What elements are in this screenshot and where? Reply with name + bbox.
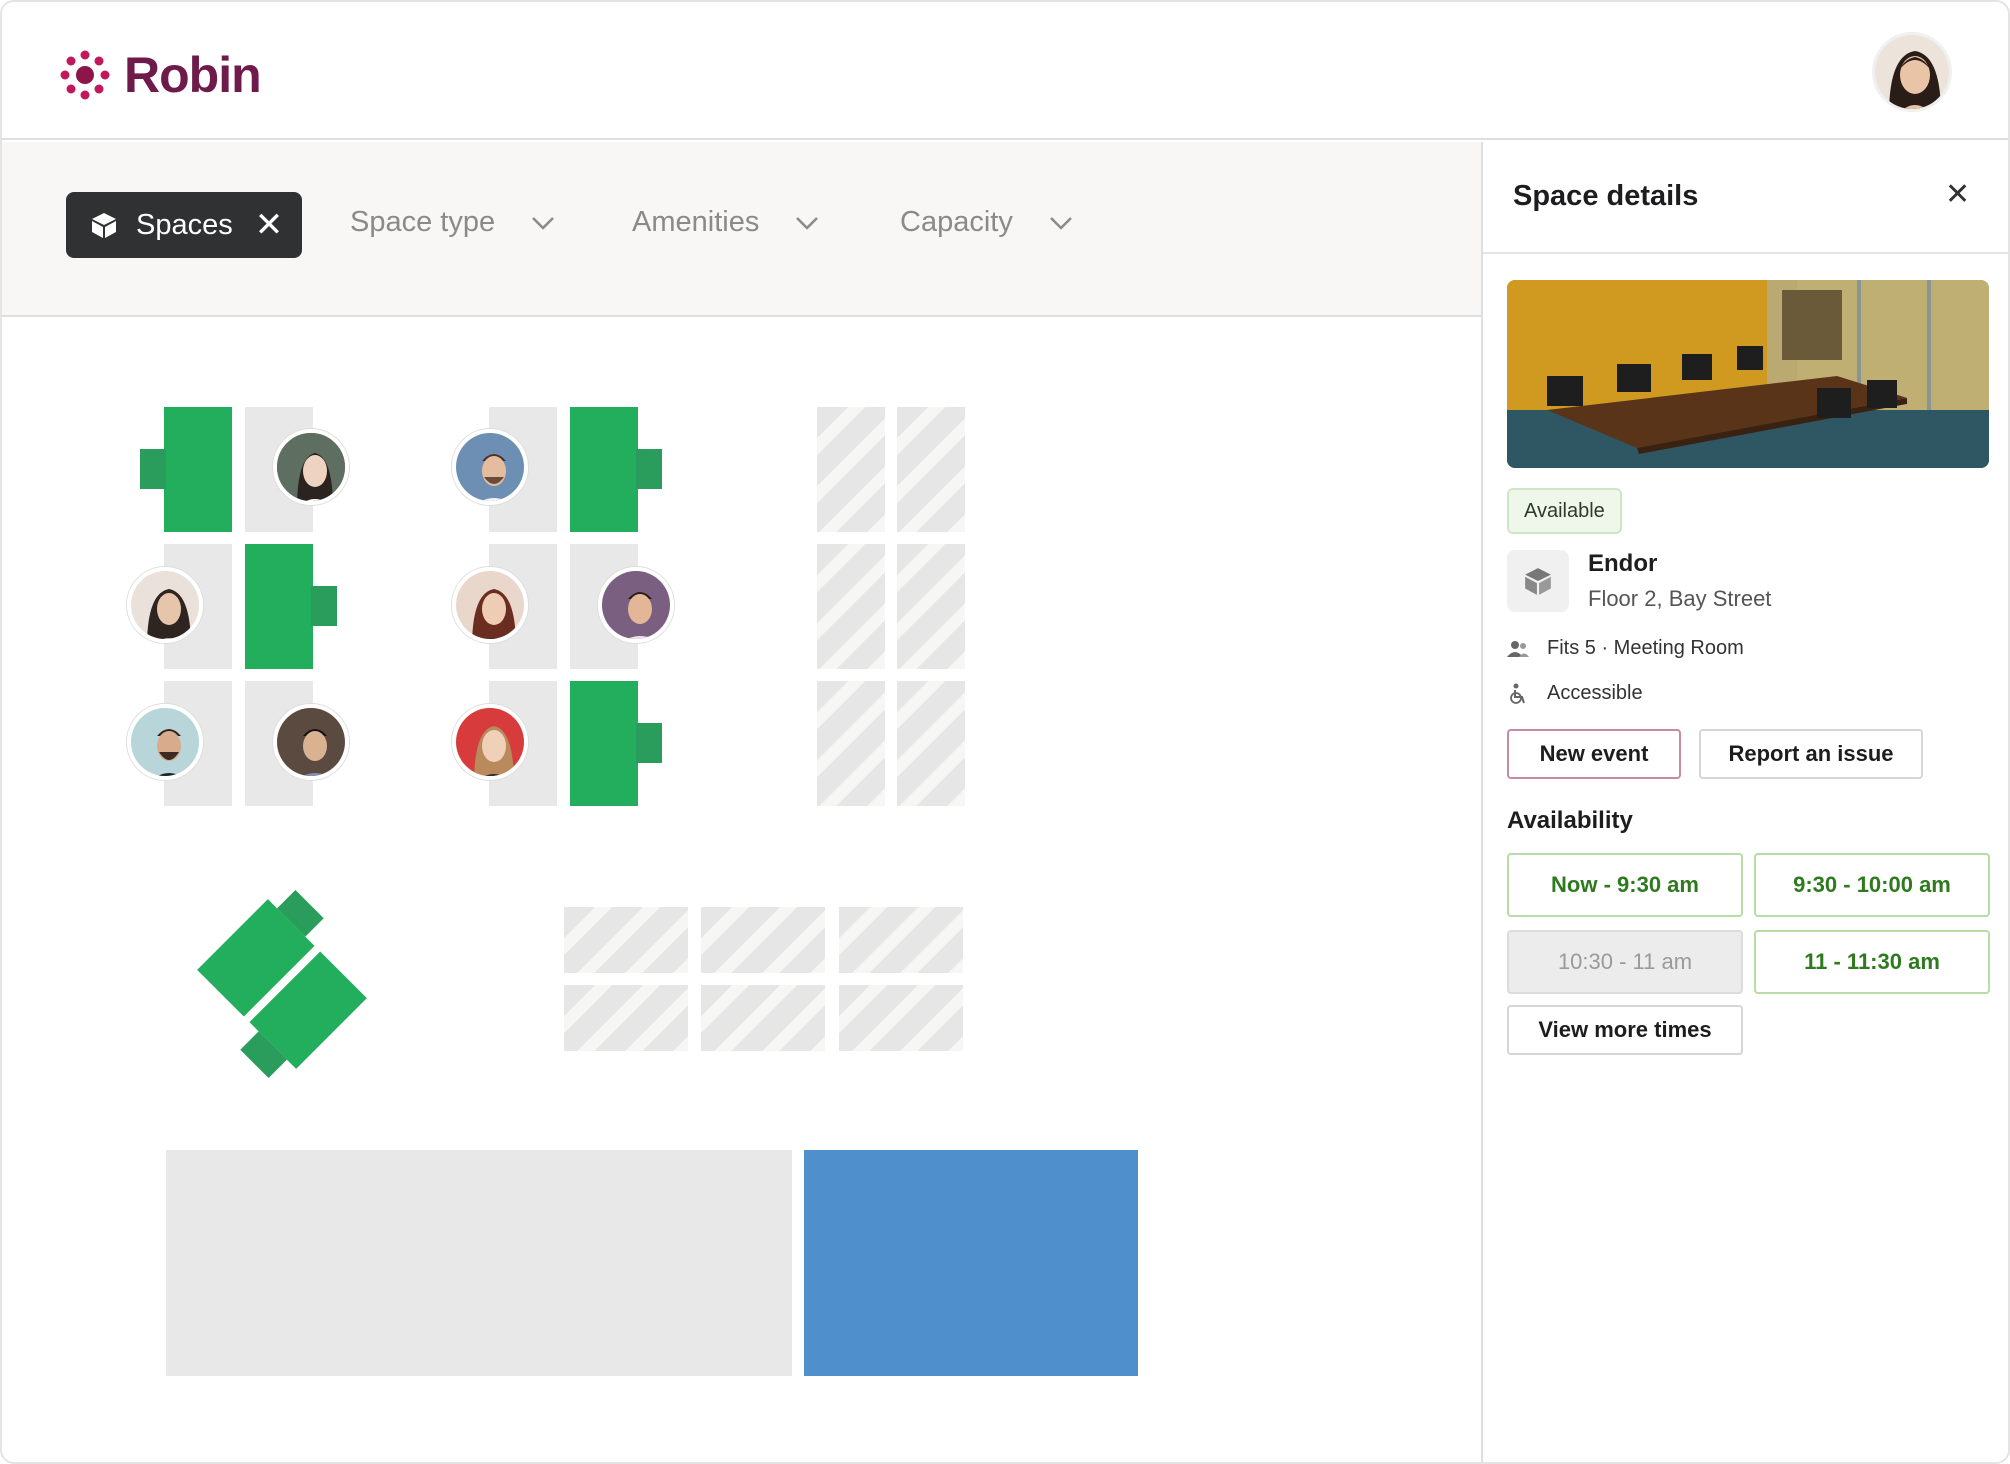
- capacity-dropdown[interactable]: Capacity: [900, 206, 1073, 239]
- availability-heading: Availability: [1507, 807, 1633, 834]
- space-type-dropdown[interactable]: Space type: [350, 206, 555, 239]
- floor-map[interactable]: [2, 319, 1481, 1462]
- chevron-down-icon: [1049, 216, 1072, 230]
- desk-unavailable: [897, 407, 965, 532]
- user-avatar[interactable]: [1872, 32, 1952, 112]
- new-event-button[interactable]: New event: [1507, 729, 1681, 779]
- capacity-row: Fits 5 · Meeting Room: [1507, 637, 1744, 660]
- desk-available[interactable]: [164, 407, 232, 532]
- desk-chair: [636, 449, 662, 489]
- chevron-down-icon: [796, 216, 819, 230]
- desk-chair: [140, 449, 166, 489]
- room-selected-endor[interactable]: [804, 1150, 1138, 1376]
- desk-unavailable: [897, 544, 965, 669]
- desk-unavailable: [817, 544, 885, 669]
- view-more-times-button[interactable]: View more times: [1507, 1005, 1743, 1055]
- desk-available[interactable]: [570, 681, 638, 806]
- space-type-label: Space type: [350, 206, 496, 238]
- cube-icon: [92, 213, 116, 238]
- person-avatar[interactable]: [598, 567, 674, 643]
- spaces-filter-chip[interactable]: Spaces ✕: [66, 192, 302, 258]
- accessibility-text: Accessible: [1547, 682, 1643, 704]
- desk-unavailable: [839, 985, 963, 1051]
- wheelchair-icon: [1507, 683, 1529, 705]
- desk-unavailable: [897, 681, 965, 806]
- desk-unavailable: [564, 985, 688, 1051]
- panel-header: Space details ✕: [1483, 142, 2008, 254]
- person-avatar[interactable]: [127, 567, 203, 643]
- accessibility-row: Accessible: [1507, 682, 1643, 705]
- robin-dots-icon: [60, 50, 110, 100]
- desk-unavailable: [817, 407, 885, 532]
- person-avatar[interactable]: [452, 704, 528, 780]
- logo[interactable]: Robin: [60, 46, 262, 104]
- people-icon: [1507, 639, 1529, 659]
- room-location: Floor 2, Bay Street: [1588, 586, 1772, 611]
- capacity-label: Capacity: [900, 206, 1013, 238]
- room-photo: [1507, 280, 1989, 468]
- desk-unavailable: [817, 681, 885, 806]
- time-slot-button[interactable]: 9:30 - 10:00 am: [1754, 853, 1990, 917]
- desk-unavailable: [564, 907, 688, 973]
- room-name: Endor: [1588, 550, 1658, 577]
- person-avatar[interactable]: [273, 704, 349, 780]
- desk-chair: [636, 723, 662, 763]
- cube-icon: [1507, 550, 1569, 612]
- top-bar: Robin: [2, 2, 2008, 140]
- person-avatar[interactable]: [452, 429, 528, 505]
- space-details-panel: Space details ✕ Available Endor Floor 2,…: [1481, 142, 2008, 1462]
- capacity-text: Fits 5 · Meeting Room: [1547, 637, 1744, 659]
- report-issue-button[interactable]: Report an issue: [1699, 729, 1923, 779]
- person-avatar[interactable]: [127, 704, 203, 780]
- panel-title: Space details: [1513, 180, 1699, 212]
- filter-bar: Spaces ✕ Space type Amenities Capacity: [2, 142, 1481, 317]
- close-icon[interactable]: ✕: [255, 208, 284, 242]
- desk-unavailable: [701, 907, 825, 973]
- desk-unavailable: [701, 985, 825, 1051]
- desk-available[interactable]: [245, 544, 313, 669]
- time-slot-button-unavailable: 10:30 - 11 am: [1507, 930, 1743, 994]
- room-unselected[interactable]: [166, 1150, 792, 1376]
- brand-name: Robin: [124, 47, 262, 103]
- time-slot-button[interactable]: 11 - 11:30 am: [1754, 930, 1990, 994]
- desk-available[interactable]: [570, 407, 638, 532]
- status-badge: Available: [1507, 488, 1622, 534]
- desk-chair: [311, 586, 337, 626]
- amenities-dropdown[interactable]: Amenities: [632, 206, 819, 239]
- chevron-down-icon: [532, 216, 554, 230]
- spaces-chip-label: Spaces: [136, 208, 233, 241]
- close-icon[interactable]: ✕: [1945, 180, 1970, 210]
- desk-pod-diagonal[interactable]: [177, 879, 387, 1089]
- person-avatar[interactable]: [273, 429, 349, 505]
- time-slot-button[interactable]: Now - 9:30 am: [1507, 853, 1743, 917]
- person-avatar[interactable]: [452, 567, 528, 643]
- user-avatar-image: [1875, 35, 1949, 109]
- desk-unavailable: [839, 907, 963, 973]
- amenities-label: Amenities: [632, 206, 760, 238]
- app-window: Robin Spaces ✕ Space type Amenities Capa…: [0, 0, 2010, 1464]
